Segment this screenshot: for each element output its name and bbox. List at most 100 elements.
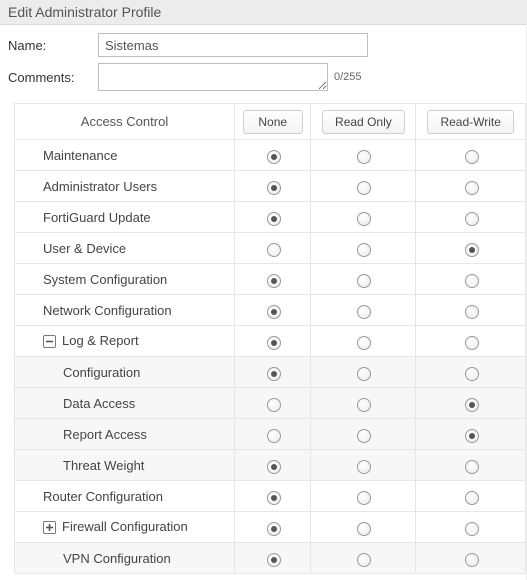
row-label: Network Configuration	[43, 303, 172, 318]
radio-read_only[interactable]	[357, 305, 371, 319]
radio-read_only[interactable]	[357, 460, 371, 474]
radio-read_only[interactable]	[357, 553, 371, 567]
radio-none[interactable]	[267, 522, 281, 536]
radio-cell-none	[235, 419, 311, 450]
name-input[interactable]	[98, 33, 368, 57]
radio-none[interactable]	[267, 429, 281, 443]
radio-read_only[interactable]	[357, 212, 371, 226]
radio-read_write[interactable]	[465, 336, 479, 350]
radio-read_write[interactable]	[465, 367, 479, 381]
row-label: Maintenance	[43, 148, 117, 163]
expand-icon[interactable]	[43, 521, 56, 534]
radio-cell-none	[235, 140, 311, 171]
read-only-button[interactable]: Read Only	[322, 110, 405, 134]
radio-cell-read_write	[416, 264, 526, 295]
row-label-cell: Router Configuration	[15, 481, 235, 512]
table-row: Data Access	[15, 388, 526, 419]
radio-cell-none	[235, 357, 311, 388]
radio-none[interactable]	[267, 491, 281, 505]
radio-read_only[interactable]	[357, 491, 371, 505]
row-label: User & Device	[43, 241, 126, 256]
header-read-only: Read Only	[311, 104, 416, 140]
radio-none[interactable]	[267, 274, 281, 288]
radio-none[interactable]	[267, 336, 281, 350]
radio-cell-read_only	[311, 512, 416, 543]
radio-cell-read_only	[311, 140, 416, 171]
comments-input[interactable]	[98, 63, 328, 91]
radio-read_write[interactable]	[465, 398, 479, 412]
read-write-button[interactable]: Read-Write	[427, 110, 513, 134]
radio-cell-read_write	[416, 233, 526, 264]
radio-read_only[interactable]	[357, 181, 371, 195]
radio-none[interactable]	[267, 460, 281, 474]
radio-read_write[interactable]	[465, 305, 479, 319]
radio-cell-read_only	[311, 357, 416, 388]
radio-read_only[interactable]	[357, 398, 371, 412]
table-header-row: Access Control None Read Only Read-Write	[15, 104, 526, 140]
row-label-cell: Log & Report	[15, 326, 235, 357]
table-row: Configuration	[15, 357, 526, 388]
radio-none[interactable]	[267, 150, 281, 164]
row-label: Report Access	[63, 427, 147, 442]
radio-cell-none	[235, 295, 311, 326]
radio-read_write[interactable]	[465, 274, 479, 288]
table-row: VPN Configuration	[15, 543, 526, 574]
header-read-write: Read-Write	[416, 104, 526, 140]
table-row: Firewall Configuration	[15, 512, 526, 543]
radio-cell-none	[235, 326, 311, 357]
table-row: Network Configuration	[15, 295, 526, 326]
radio-cell-read_write	[416, 388, 526, 419]
table-row: FortiGuard Update	[15, 202, 526, 233]
radio-read_only[interactable]	[357, 522, 371, 536]
radio-read_write[interactable]	[465, 150, 479, 164]
row-label-cell: Data Access	[15, 388, 235, 419]
row-label: Configuration	[63, 365, 140, 380]
row-label-cell: User & Device	[15, 233, 235, 264]
radio-read_write[interactable]	[465, 460, 479, 474]
radio-none[interactable]	[267, 181, 281, 195]
radio-read_only[interactable]	[357, 367, 371, 381]
radio-read_write[interactable]	[465, 522, 479, 536]
row-label-cell: System Configuration	[15, 264, 235, 295]
radio-read_only[interactable]	[357, 336, 371, 350]
radio-none[interactable]	[267, 398, 281, 412]
radio-cell-read_only	[311, 171, 416, 202]
radio-cell-read_only	[311, 326, 416, 357]
row-label: Router Configuration	[43, 489, 163, 504]
radio-read_only[interactable]	[357, 243, 371, 257]
comments-label: Comments:	[8, 70, 98, 85]
radio-cell-read_write	[416, 202, 526, 233]
radio-read_write[interactable]	[465, 429, 479, 443]
comments-counter: 0/255	[334, 71, 362, 83]
radio-read_write[interactable]	[465, 243, 479, 257]
radio-none[interactable]	[267, 305, 281, 319]
radio-read_only[interactable]	[357, 274, 371, 288]
radio-cell-none	[235, 450, 311, 481]
radio-read_write[interactable]	[465, 553, 479, 567]
radio-cell-read_write	[416, 481, 526, 512]
page-root: Edit Administrator Profile Name: Comment…	[0, 0, 527, 580]
row-label-cell: VPN Configuration	[15, 543, 235, 574]
comments-row: Comments: 0/255	[8, 63, 518, 91]
radio-read_write[interactable]	[465, 491, 479, 505]
radio-read_only[interactable]	[357, 150, 371, 164]
radio-read_write[interactable]	[465, 181, 479, 195]
access-control-table: Access Control None Read Only Read-Write…	[14, 103, 526, 574]
collapse-icon[interactable]	[43, 335, 56, 348]
row-label: Threat Weight	[63, 458, 144, 473]
row-label: Log & Report	[62, 333, 139, 348]
radio-none[interactable]	[267, 212, 281, 226]
table-body: MaintenanceAdministrator UsersFortiGuard…	[15, 140, 526, 574]
none-button[interactable]: None	[243, 110, 303, 134]
row-label-cell: Report Access	[15, 419, 235, 450]
table-row: User & Device	[15, 233, 526, 264]
radio-read_write[interactable]	[465, 212, 479, 226]
radio-read_only[interactable]	[357, 429, 371, 443]
radio-cell-read_only	[311, 264, 416, 295]
radio-none[interactable]	[267, 367, 281, 381]
radio-none[interactable]	[267, 553, 281, 567]
row-label: Data Access	[63, 396, 135, 411]
row-label-cell: Maintenance	[15, 140, 235, 171]
row-label-cell: FortiGuard Update	[15, 202, 235, 233]
radio-none[interactable]	[267, 243, 281, 257]
